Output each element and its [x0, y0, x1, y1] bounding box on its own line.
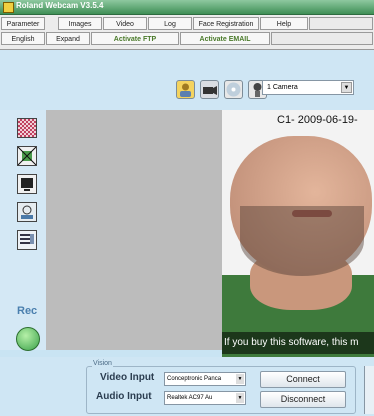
audio-input-value: Realtek AC97 Au — [167, 395, 213, 401]
panel-edge — [364, 366, 374, 414]
cd-icon[interactable] — [224, 80, 243, 99]
title-bar: Roland Webcam V3.5.4 — [0, 0, 374, 15]
tab-activate-ftp[interactable]: Activate FTP — [91, 32, 179, 45]
tab-video[interactable]: Video — [103, 17, 147, 30]
crosshair-icon[interactable] — [17, 146, 37, 166]
tab-expand[interactable]: Expand — [46, 32, 90, 45]
window-title: Roland Webcam V3.5.4 — [16, 1, 104, 10]
empty-preview-area — [46, 110, 222, 350]
tab-english[interactable]: English — [1, 32, 45, 45]
tab-empty — [309, 17, 373, 30]
video-input-label: Video Input — [100, 372, 155, 383]
nag-caption: If you buy this software, this m — [222, 332, 374, 354]
timestamp: C1- 2009-06-19- — [277, 114, 358, 126]
tab-help[interactable]: Help — [260, 17, 308, 30]
tab-empty-2 — [271, 32, 373, 45]
connect-button[interactable]: Connect — [260, 371, 346, 388]
vision-legend: Vision — [92, 360, 113, 367]
tab-activate-email[interactable]: Activate EMAIL — [180, 32, 270, 45]
app-icon — [3, 2, 14, 13]
camera-icon[interactable] — [200, 80, 219, 99]
list-icon[interactable] — [17, 230, 37, 250]
face-scan-icon[interactable] — [17, 202, 37, 222]
tab-log[interactable]: Log — [148, 17, 192, 30]
tab-parameter[interactable]: Parameter — [1, 17, 45, 30]
tab-face-registration[interactable]: Face Registration — [193, 17, 259, 30]
chevron-down-icon[interactable]: ▼ — [341, 82, 352, 93]
audio-input-select[interactable]: Realtek AC97 Au ▼ — [164, 391, 246, 405]
video-mouth — [292, 210, 332, 217]
rec-label: Rec — [17, 305, 38, 317]
user-icon[interactable] — [176, 80, 195, 99]
chevron-down-icon[interactable]: ▼ — [236, 393, 244, 403]
disconnect-button[interactable]: Disconnect — [260, 391, 346, 408]
grid-icon[interactable] — [17, 118, 37, 138]
screen-icon[interactable] — [17, 174, 37, 194]
record-button[interactable] — [16, 327, 40, 351]
tab-images[interactable]: Images — [58, 17, 102, 30]
chevron-down-icon[interactable]: ▼ — [236, 374, 244, 384]
video-input-value: Conceptronic Panca — [167, 376, 222, 382]
camera-select-value: 1 Camera — [267, 84, 298, 91]
video-input-select[interactable]: Conceptronic Panca ▼ — [164, 372, 246, 386]
camera-select[interactable]: 1 Camera ▼ — [262, 80, 354, 95]
audio-input-label: Audio Input — [96, 391, 152, 402]
menu-bar: Parameter Images Video Log Face Registra… — [0, 15, 374, 50]
camera-view: C1- 2009-06-19- If you buy this software… — [222, 110, 374, 357]
